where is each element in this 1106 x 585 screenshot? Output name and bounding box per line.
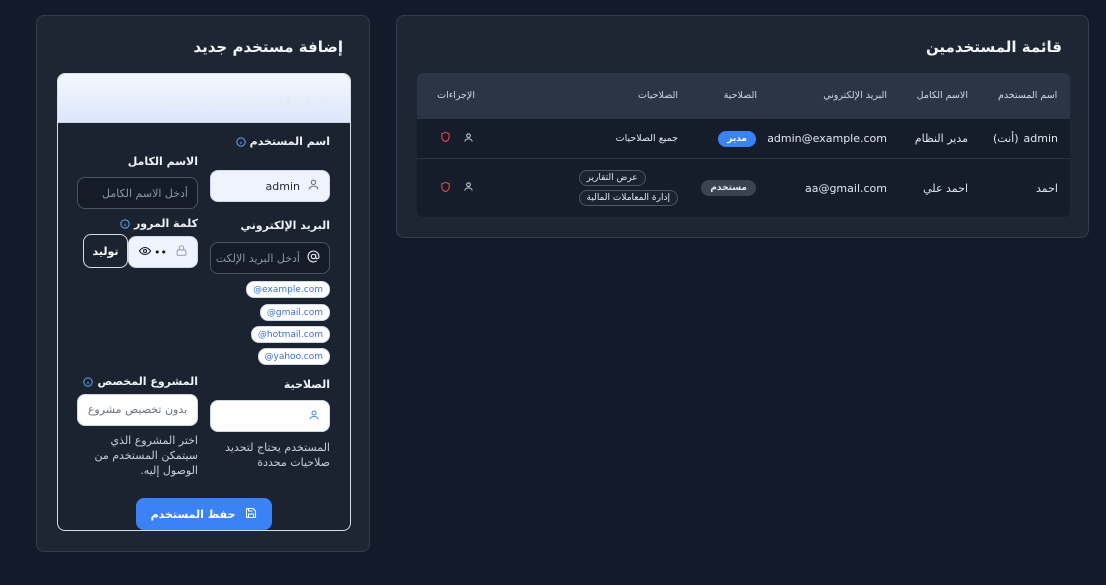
role-helper-text: المستخدم يحتاج لتحديد صلاحيات محددة — [225, 441, 330, 469]
email-domain-chip[interactable]: @hotmail.com — [250, 326, 330, 343]
form-header-title: إضافة مستخدم جديد — [161, 94, 330, 112]
add-user-form: إضافة مستخدم جديد اسم المستخدم admin الا… — [57, 73, 351, 531]
shield-icon[interactable] — [440, 181, 451, 196]
add-user-panel: إضافة مستخدم جديد إضافة مستخدم جديد اسم … — [36, 15, 370, 552]
password-label: كلمة المرور — [120, 217, 198, 230]
full-name-cell: مدير النظام — [914, 132, 968, 145]
column-header-permissions: الصلاحيات — [637, 90, 678, 101]
username-label-text: اسم المستخدم — [249, 135, 330, 148]
save-icon — [245, 507, 257, 522]
username-input[interactable]: admin — [210, 170, 330, 202]
full-name-label: الاسم الكامل — [127, 155, 198, 168]
users-table: اسم المستخدم الاسم الكامل البريد الإلكتر… — [417, 73, 1070, 217]
password-label-text: كلمة المرور — [133, 217, 198, 230]
shield-icon[interactable] — [440, 131, 451, 146]
actions-cell — [440, 159, 474, 217]
column-header-role: الصلاحية — [723, 90, 757, 101]
project-label-text: المشروع المخصص — [97, 375, 198, 388]
project-helper-text: اختر المشروع الذي سيتمكن المستخدم من الو… — [94, 434, 198, 477]
user-icon[interactable] — [463, 181, 474, 195]
role-badge: مدير — [718, 130, 756, 147]
project-select[interactable]: بدون تخصيص مشروع — [77, 394, 198, 426]
username-cell: احمد — [1036, 181, 1058, 195]
user-icon — [308, 409, 320, 424]
eye-icon[interactable] — [138, 245, 152, 260]
role-cell: مستخدم — [701, 159, 756, 217]
email-domain-chip[interactable]: @example.com — [246, 281, 330, 298]
permissions-cell: عرض التقارير إدارة المعاملات المالية — [578, 159, 678, 217]
column-header-username: اسم المستخدم — [998, 90, 1058, 101]
you-tag: (أنت) — [993, 132, 1019, 145]
column-header-actions: الإجراءات — [437, 90, 475, 101]
user-icon — [317, 94, 330, 112]
email-cell: aa@gmail.com — [804, 181, 887, 195]
role-label: الصلاحية — [283, 378, 330, 391]
email-label: البريد الإلكتروني — [240, 219, 330, 232]
permission-pill: عرض التقارير — [578, 170, 646, 186]
email-domain-chip[interactable]: @gmail.com — [259, 304, 330, 321]
full-name-input[interactable]: أدخل الاسم الكامل — [77, 177, 198, 209]
form-header-text: إضافة مستخدم جديد — [161, 94, 311, 112]
project-label: المشروع المخصص — [83, 375, 198, 388]
add-user-title: إضافة مستخدم جديد — [193, 38, 343, 56]
username-label: اسم المستخدم — [235, 135, 330, 148]
table-row: احمد احمد علي aa@gmail.com مستخدم عرض ال… — [417, 159, 1070, 217]
at-sign-icon — [307, 250, 320, 266]
user-icon — [307, 178, 320, 194]
column-header-email: البريد الإلكتروني — [823, 90, 887, 101]
permission-pill: إدارة المعاملات المالية — [578, 190, 678, 206]
column-header-full-name: الاسم الكامل — [916, 90, 968, 101]
project-placeholder: بدون تخصيص مشروع — [87, 403, 188, 416]
info-icon[interactable] — [83, 376, 94, 387]
info-icon[interactable] — [235, 136, 246, 147]
lock-icon — [175, 244, 188, 260]
full-name-cell: احمد علي — [923, 181, 968, 195]
email-cell: admin@example.com — [767, 132, 887, 145]
email-domain-chip[interactable]: @yahoo.com — [257, 348, 330, 365]
actions-cell — [440, 119, 474, 158]
users-list-title: قائمة المستخدمين — [925, 38, 1062, 56]
role-cell: مدير — [718, 119, 756, 158]
role-select[interactable] — [210, 400, 330, 432]
save-user-button[interactable]: حفظ المستخدم — [136, 498, 272, 530]
permissions-cell: جميع الصلاحيات — [615, 133, 678, 144]
form-header: إضافة مستخدم جديد — [58, 74, 350, 123]
password-value: •• — [154, 245, 167, 259]
email-placeholder: أدخل البريد الإلكت — [215, 251, 300, 265]
email-input[interactable]: أدخل البريد الإلكت — [210, 242, 330, 274]
table-row: admin (أنت) مدير النظام admin@example.co… — [417, 119, 1070, 159]
username-value: admin — [265, 179, 300, 193]
users-list-panel: قائمة المستخدمين اسم المستخدم الاسم الكا… — [396, 15, 1089, 238]
username-cell: admin (أنت) — [993, 119, 1058, 158]
info-icon[interactable] — [120, 218, 130, 229]
username-text: admin — [1023, 132, 1058, 145]
user-icon[interactable] — [463, 132, 474, 146]
full-name-placeholder: أدخل الاسم الكامل — [101, 186, 188, 200]
generate-password-button[interactable]: توليد — [83, 234, 128, 268]
role-badge: مستخدم — [701, 180, 756, 196]
table-header: اسم المستخدم الاسم الكامل البريد الإلكتر… — [417, 73, 1070, 119]
password-input[interactable]: •• — [128, 236, 198, 268]
save-label: حفظ المستخدم — [150, 507, 236, 521]
